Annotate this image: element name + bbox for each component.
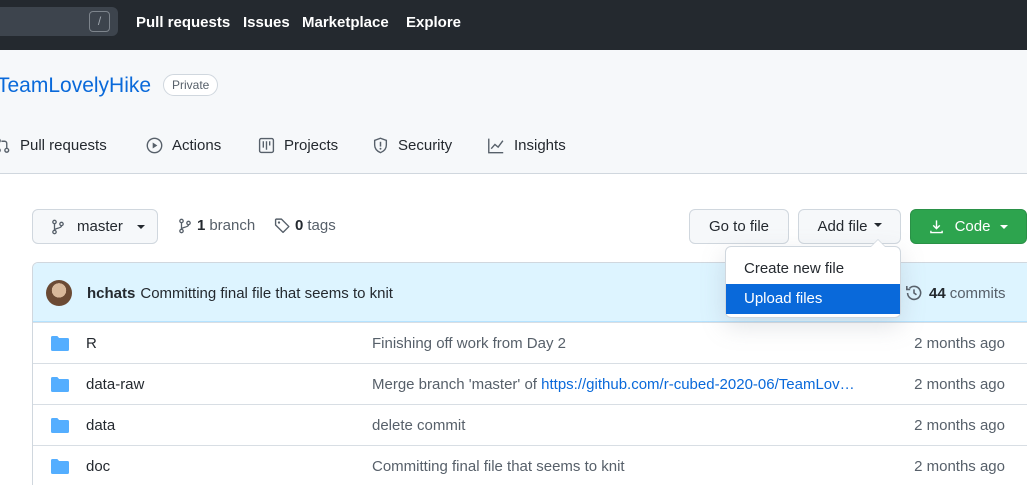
branch-select-button[interactable]: master xyxy=(32,209,158,244)
nav-issues[interactable]: Issues xyxy=(243,14,290,31)
tag-count: 0 xyxy=(295,217,304,234)
tab-label: Actions xyxy=(172,137,222,154)
file-name[interactable]: data-raw xyxy=(86,376,144,393)
table-row[interactable]: doc Committing final file that seems to … xyxy=(33,445,1027,485)
repo-name-link[interactable]: TeamLovelyHike xyxy=(0,74,151,98)
tab-label: Security xyxy=(398,137,453,154)
chevron-down-icon xyxy=(136,224,145,229)
top-nav: / Pull requests Issues Marketplace Explo… xyxy=(0,0,1027,50)
file-name[interactable]: doc xyxy=(86,458,110,475)
graph-icon xyxy=(488,138,504,154)
tab-pull-requests[interactable]: Pull requests xyxy=(0,137,107,154)
table-row[interactable]: R Finishing off work from Day 2 2 months… xyxy=(33,322,1027,363)
upload-files-item[interactable]: Upload files xyxy=(726,284,900,314)
folder-icon xyxy=(51,418,69,433)
code-label: Code xyxy=(954,218,991,235)
download-icon xyxy=(929,220,943,234)
tab-label: Pull requests xyxy=(20,137,107,154)
chevron-down-icon xyxy=(873,223,882,227)
visibility-badge: Private xyxy=(163,74,219,96)
add-file-dropdown: Create new file Upload files xyxy=(725,239,901,318)
commits-link[interactable]: 44 commits xyxy=(905,284,1006,302)
repo-header xyxy=(0,50,1027,174)
branch-icon xyxy=(52,219,64,234)
pull-request-icon xyxy=(0,138,10,153)
commit-link[interactable]: https://github.com/r-cubed-2020-06/TeamL… xyxy=(541,376,855,393)
play-icon xyxy=(146,137,163,154)
tab-label: Insights xyxy=(514,137,566,154)
tab-insights[interactable]: Insights xyxy=(487,137,566,154)
code-button[interactable]: Code xyxy=(910,209,1027,244)
file-commit-message[interactable]: delete commit xyxy=(372,417,877,434)
tab-actions[interactable]: Actions xyxy=(146,137,221,154)
project-icon xyxy=(258,137,275,154)
avatar[interactable] xyxy=(46,280,72,306)
nav-explore[interactable]: Explore xyxy=(406,14,461,31)
file-age: 2 months ago xyxy=(914,376,1005,393)
branch-icon xyxy=(179,218,191,233)
chevron-down-icon xyxy=(1000,224,1009,229)
file-name[interactable]: R xyxy=(86,335,97,352)
branches-link[interactable]: 1 branch xyxy=(177,217,255,234)
file-commit-message[interactable]: Finishing off work from Day 2 xyxy=(372,335,877,352)
table-row[interactable]: data-raw Merge branch 'master' of https:… xyxy=(33,363,1027,404)
tab-label: Projects xyxy=(284,137,339,154)
search-shortcut-key: / xyxy=(89,11,110,32)
folder-icon xyxy=(51,377,69,392)
tab-projects[interactable]: Projects xyxy=(258,137,338,154)
folder-icon xyxy=(51,336,69,351)
file-commit-message[interactable]: Merge branch 'master' of https://github.… xyxy=(372,376,877,393)
tag-label: tags xyxy=(307,217,336,234)
folder-icon xyxy=(51,459,69,474)
branch-label: branch xyxy=(209,217,256,234)
tags-link[interactable]: 0 tags xyxy=(274,217,336,234)
history-icon xyxy=(906,285,922,301)
file-age: 2 months ago xyxy=(914,458,1005,475)
table-row[interactable]: data delete commit 2 months ago xyxy=(33,404,1027,445)
commit-author[interactable]: hchats xyxy=(87,285,135,302)
commit-label: commits xyxy=(949,284,1006,302)
nav-pull-requests[interactable]: Pull requests xyxy=(136,14,230,31)
nav-marketplace[interactable]: Marketplace xyxy=(302,14,389,31)
create-new-file-item[interactable]: Create new file xyxy=(726,254,900,284)
file-commit-message[interactable]: Committing final file that seems to knit xyxy=(372,458,877,475)
file-age: 2 months ago xyxy=(914,335,1005,352)
file-age: 2 months ago xyxy=(914,417,1005,434)
tag-icon xyxy=(274,218,290,234)
commit-message[interactable]: Committing final file that seems to knit xyxy=(140,285,393,302)
tab-security[interactable]: Security xyxy=(372,137,452,154)
branch-count: 1 xyxy=(197,217,206,234)
commit-count: 44 xyxy=(929,284,946,302)
go-to-file-button[interactable]: Go to file xyxy=(689,209,789,244)
add-file-label: Add file xyxy=(817,218,868,235)
branch-name: master xyxy=(77,218,123,235)
latest-commit-message: hchats Committing final file that seems t… xyxy=(87,285,393,302)
file-name[interactable]: data xyxy=(86,417,115,434)
shield-icon xyxy=(373,137,388,154)
